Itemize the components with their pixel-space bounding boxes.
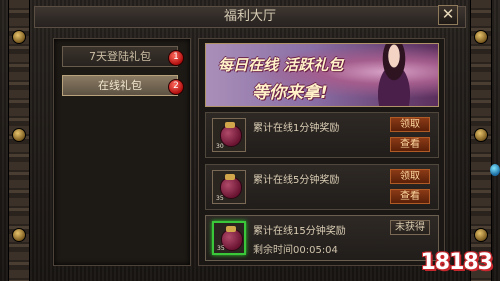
item-count: 35 [216, 195, 224, 202]
reward-title: 累计在线5分钟奖励 [253, 175, 340, 186]
item-count: 30 [216, 143, 224, 150]
category-sidebar: 7天登陆礼包 1 在线礼包 2 [53, 38, 191, 266]
right-pillar-ornament [470, 0, 492, 281]
notification-badge: 2 [168, 79, 184, 95]
side-orb-icon[interactable] [490, 164, 500, 176]
watermark-logo: 18183 [420, 250, 493, 275]
not-obtained-button[interactable]: 未获得 [390, 220, 430, 235]
reward-item-slot[interactable]: 30 [212, 118, 246, 152]
reward-title: 累计在线1分钟奖励 [253, 123, 340, 134]
claim-button[interactable]: 领取 [390, 117, 430, 132]
gem-icon [12, 128, 26, 142]
left-pillar-ornament [8, 0, 30, 281]
gem-icon [474, 128, 488, 142]
reward-title: 累计在线15分钟奖励 [253, 226, 346, 237]
bag-knot-icon [226, 226, 236, 232]
bag-knot-icon [225, 174, 235, 180]
reward-item-slot[interactable]: 35 [212, 221, 246, 255]
banner-headline: 每日在线 活跃礼包 [218, 56, 344, 74]
reward-item-slot[interactable]: 35 [212, 170, 246, 204]
gem-icon [474, 30, 488, 44]
bag-knot-icon [225, 122, 235, 128]
tab-7day-login-gift[interactable]: 7天登陆礼包 1 [62, 46, 184, 67]
window-title: 福利大厅 [34, 6, 466, 28]
tab-label: 7天登陆礼包 [89, 50, 151, 63]
reward-row: 35 累计在线5分钟奖励 领取 查看 [205, 164, 439, 210]
banner-subline: 等你来拿! [252, 83, 328, 103]
tab-online-gift[interactable]: 在线礼包 2 [62, 75, 184, 96]
countdown-timer: 剩余时间00:05:04 [253, 245, 338, 256]
claim-button[interactable]: 领取 [390, 169, 430, 184]
item-count: 35 [217, 245, 225, 252]
reward-panel: 每日在线 活跃礼包 等你来拿! 30 累计在线1分钟奖励 领取 查看 35 累计… [198, 38, 445, 266]
gem-icon [12, 30, 26, 44]
gem-icon [474, 228, 488, 242]
reward-row: 35 累计在线15分钟奖励 剩余时间00:05:04 未获得 [205, 215, 439, 261]
promo-banner: 每日在线 活跃礼包 等你来拿! [205, 43, 439, 107]
tab-label: 在线礼包 [98, 79, 142, 92]
close-icon: ✕ [441, 5, 455, 23]
close-button[interactable]: ✕ [438, 5, 458, 25]
view-button[interactable]: 查看 [390, 189, 430, 204]
character-illustration [366, 44, 422, 106]
reward-row: 30 累计在线1分钟奖励 领取 查看 [205, 112, 439, 158]
notification-badge: 1 [168, 50, 184, 66]
view-button[interactable]: 查看 [390, 137, 430, 152]
gem-icon [12, 228, 26, 242]
